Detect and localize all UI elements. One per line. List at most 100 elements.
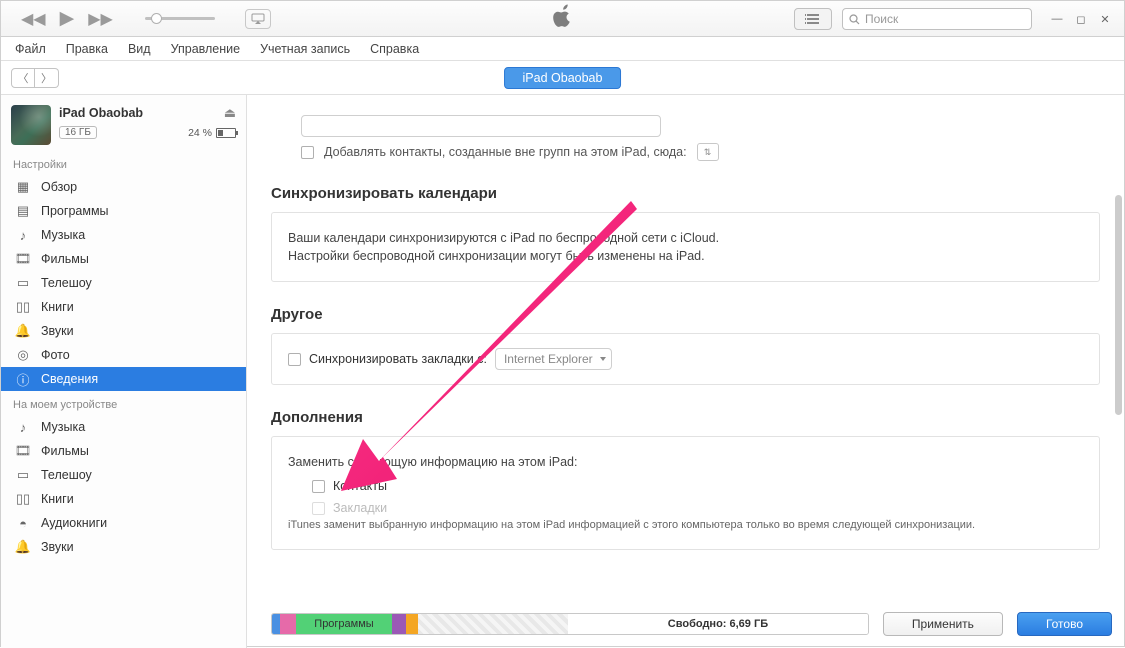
nav-back-button[interactable]: 〈 (11, 68, 35, 88)
sidebar-item-photos[interactable]: ◎Фото (1, 343, 246, 367)
nav-forward-button[interactable]: 〉 (35, 68, 59, 88)
add-contacts-popup[interactable]: ⇅ (697, 143, 719, 161)
add-contacts-label: Добавлять контакты, созданные вне групп … (324, 145, 687, 159)
search-input[interactable]: Поиск (842, 8, 1032, 30)
sidebar-item-tv[interactable]: ▭Телешоу (1, 271, 246, 295)
device-name: iPad Obaobab (59, 106, 143, 120)
contacts-group-dropdown[interactable] (301, 115, 661, 137)
film-icon: 🎞 (15, 443, 31, 459)
replace-info-label: Заменить следующую информацию на этом iP… (288, 455, 1083, 469)
play-button[interactable]: ▶ (60, 7, 75, 30)
sidebar-item-summary[interactable]: ▦Обзор (1, 175, 246, 199)
menu-view[interactable]: Вид (128, 42, 151, 56)
menu-file[interactable]: Файл (15, 42, 46, 56)
window-controls: — ◻ ✕ (1046, 10, 1116, 28)
addons-heading: Дополнения (271, 409, 1100, 426)
calendars-heading: Синхронизировать календари (271, 185, 1100, 202)
sidebar-item-info[interactable]: ⓘСведения (1, 367, 246, 391)
other-heading: Другое (271, 306, 1100, 323)
sidebar-ondevice-header: На моем устройстве (1, 391, 246, 415)
add-contacts-checkbox[interactable] (301, 146, 314, 159)
sync-bookmarks-label: Синхронизировать закладки с: (309, 352, 487, 366)
usage-seg-reserved (418, 614, 568, 634)
apple-logo-icon (553, 4, 573, 33)
done-button[interactable]: Готово (1017, 612, 1112, 636)
eject-icon[interactable]: ⏏ (224, 105, 236, 121)
sidebar-item-books[interactable]: ▯▯Книги (1, 295, 246, 319)
maximize-button[interactable]: ◻ (1070, 10, 1092, 28)
browser-dropdown[interactable]: Internet Explorer (495, 348, 612, 370)
ondevice-item-books[interactable]: ▯▯Книги (1, 487, 246, 511)
usage-seg-audio (272, 614, 280, 634)
device-capacity: 16 ГБ (59, 126, 97, 139)
volume-slider[interactable] (145, 17, 215, 20)
sidebar-item-apps[interactable]: ▤Программы (1, 199, 246, 223)
scrollbar[interactable] (1115, 195, 1122, 415)
other-card: Синхронизировать закладки с: Internet Ex… (271, 333, 1100, 385)
menu-help[interactable]: Справка (370, 42, 419, 56)
airplay-button[interactable] (245, 9, 271, 29)
bell-icon: 🔔 (15, 539, 31, 555)
prev-button[interactable]: ◀◀ (21, 9, 46, 29)
usage-seg-photos (280, 614, 296, 634)
contacts-checkbox[interactable] (312, 480, 325, 493)
usage-seg-docs (392, 614, 406, 634)
sidebar-item-music[interactable]: ♪Музыка (1, 223, 246, 247)
next-button[interactable]: ▶▶ (88, 9, 113, 29)
calendars-line1: Ваши календари синхронизируются с iPad п… (288, 231, 1083, 245)
search-icon (849, 14, 860, 25)
usage-seg-apps: Программы (296, 614, 392, 634)
battery-icon (216, 128, 236, 138)
playback-controls: ◀◀ ▶ ▶▶ (21, 7, 271, 30)
menu-controls[interactable]: Управление (171, 42, 241, 56)
sidebar-item-tones[interactable]: 🔔Звуки (1, 319, 246, 343)
ondevice-item-music[interactable]: ♪Музыка (1, 415, 246, 439)
book-icon: ▯▯ (15, 299, 31, 315)
content-pane: Добавлять контакты, созданные вне групп … (247, 95, 1124, 648)
storage-usage-bar[interactable]: Программы Свободно: 6,69 ГБ (271, 613, 869, 635)
minimize-button[interactable]: — (1046, 10, 1068, 28)
bookmarks-checkbox (312, 502, 325, 515)
calendars-line2: Настройки беспроводной синхронизации мог… (288, 249, 1083, 263)
device-thumbnail (11, 105, 51, 145)
footer-bar: Программы Свободно: 6,69 ГБ Применить Го… (271, 612, 1112, 636)
tv-icon: ▭ (15, 467, 31, 483)
contacts-label: Контакты (333, 479, 387, 493)
ondevice-item-audiobooks[interactable]: ◓Аудиокниги (1, 511, 246, 535)
tv-icon: ▭ (15, 275, 31, 291)
device-battery: 24 % (188, 127, 236, 139)
sidebar-settings-header: Настройки (1, 151, 246, 175)
sidebar: iPad Obaobab ⏏ 16 ГБ 24 % Настройки ▦Обз… (1, 95, 247, 648)
nav-header: 〈 〉 iPad Obaobab (1, 61, 1124, 95)
camera-icon: ◎ (15, 347, 31, 363)
ondevice-item-tones[interactable]: 🔔Звуки (1, 535, 246, 559)
addons-footnote: iTunes заменит выбранную информацию на э… (288, 519, 1083, 531)
music-icon: ♪ (15, 419, 31, 435)
sidebar-item-films[interactable]: 🎞Фильмы (1, 247, 246, 271)
usage-seg-other (406, 614, 418, 634)
calendars-card: Ваши календари синхронизируются с iPad п… (271, 212, 1100, 282)
book-icon: ▯▯ (15, 491, 31, 507)
music-icon: ♪ (15, 227, 31, 243)
bell-icon: 🔔 (15, 323, 31, 339)
grid-icon: ▦ (15, 179, 31, 195)
sync-bookmarks-checkbox[interactable] (288, 353, 301, 366)
ondevice-item-tv[interactable]: ▭Телешоу (1, 463, 246, 487)
apps-icon: ▤ (15, 203, 31, 219)
device-tab[interactable]: iPad Obaobab (504, 67, 622, 89)
device-summary: iPad Obaobab ⏏ 16 ГБ 24 % (1, 95, 246, 151)
info-icon: ⓘ (15, 371, 31, 387)
film-icon: 🎞 (15, 251, 31, 267)
ondevice-item-films[interactable]: 🎞Фильмы (1, 439, 246, 463)
addons-card: Заменить следующую информацию на этом iP… (271, 436, 1100, 550)
menu-account[interactable]: Учетная запись (260, 42, 350, 56)
search-placeholder: Поиск (865, 12, 898, 26)
close-button[interactable]: ✕ (1094, 10, 1116, 28)
menu-edit[interactable]: Правка (66, 42, 108, 56)
list-view-button[interactable] (794, 8, 832, 30)
menubar: Файл Правка Вид Управление Учетная запис… (1, 37, 1124, 61)
bookmarks-label: Закладки (333, 501, 387, 515)
titlebar: ◀◀ ▶ ▶▶ Поиск — ◻ ✕ (1, 1, 1124, 37)
apply-button[interactable]: Применить (883, 612, 1003, 636)
audiobook-icon: ◓ (15, 515, 31, 531)
